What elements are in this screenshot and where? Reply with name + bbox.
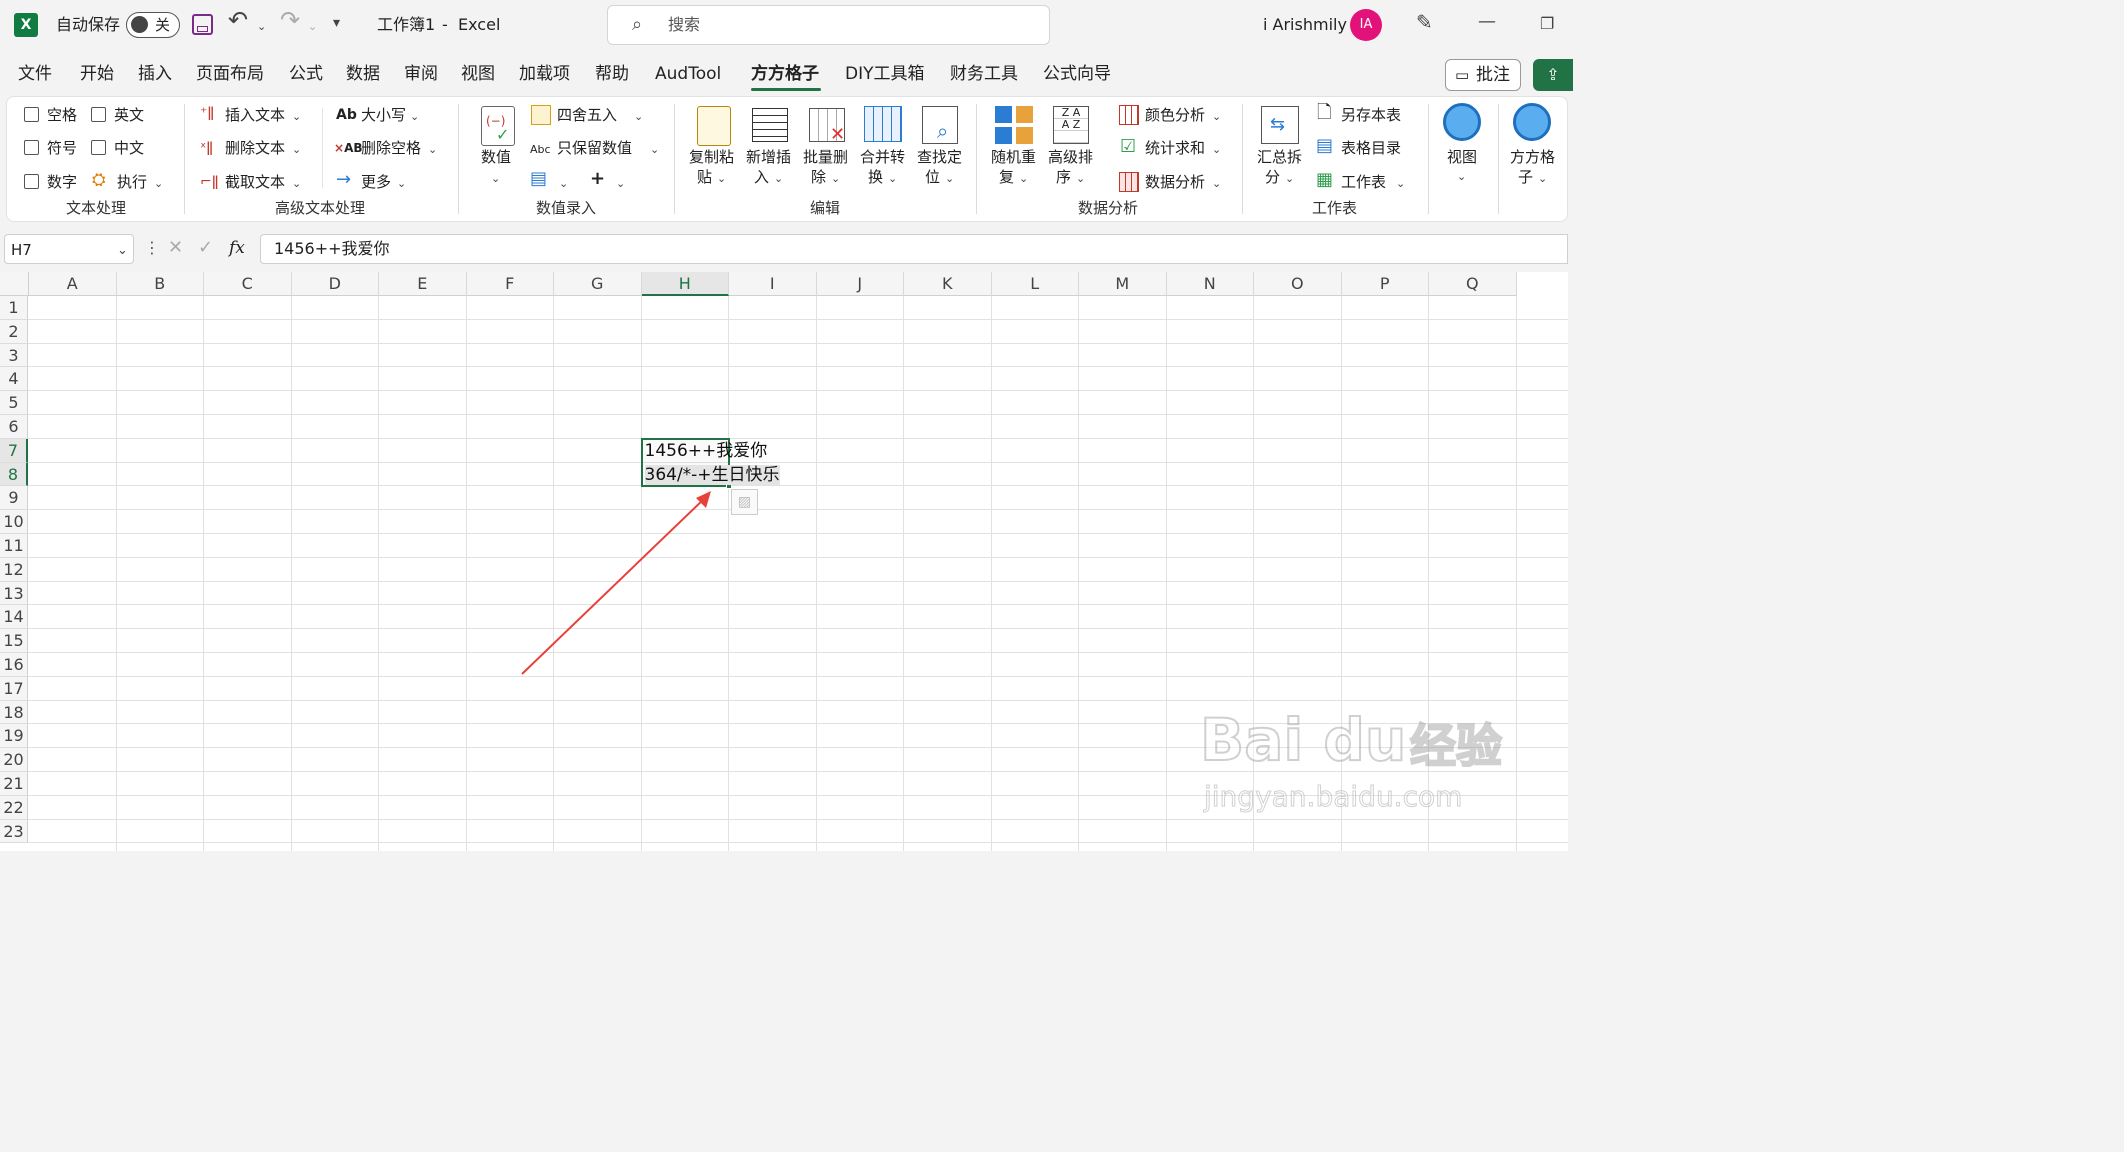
annotation-arrow [521,491,711,675]
